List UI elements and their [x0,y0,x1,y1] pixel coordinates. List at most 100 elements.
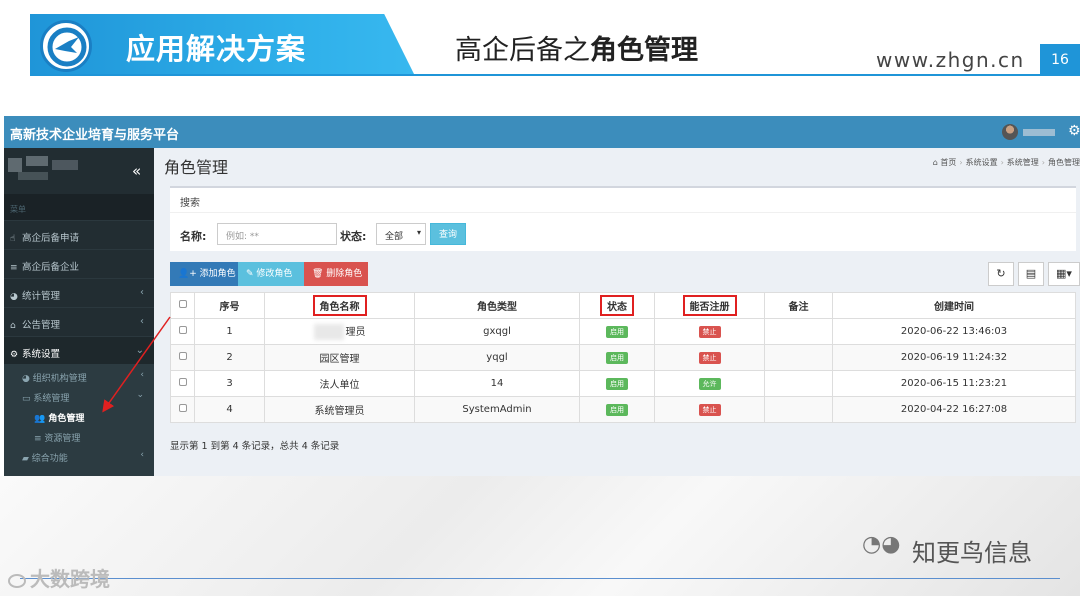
status-select[interactable]: 全部 ▾ [376,223,426,245]
table-row[interactable]: 4 系统管理员 SystemAdmin 启用 禁止 2020-04-22 16:… [170,396,1076,423]
edit-role-button[interactable]: ✎ 修改角色 [238,262,304,286]
toggle-view-button[interactable]: ▤ [1018,262,1044,286]
column-header-note[interactable]: 备注 [764,292,833,319]
cell-note [764,370,833,397]
list-icon: ≡ [10,263,18,273]
sidebar-subitem-system-management[interactable]: ▭ 系统管理 ⌄ [4,386,154,406]
row-select-cell[interactable] [170,396,195,423]
watermark-icon [8,573,26,588]
row-checkbox[interactable] [178,404,187,412]
sidebar-item-statistics[interactable]: ◕ 统计管理 ‹ [4,278,154,307]
cell-role-name-text: 理员 [345,327,366,338]
table-row[interactable]: 2 园区管理 yqgl 启用 禁止 2020-06-19 11:24:32 [170,344,1076,371]
caret-down-icon: ▾ [416,228,421,237]
gears-icon[interactable]: ⚙ [1068,123,1080,139]
column-header-can-register[interactable]: 能否注册 [654,292,765,319]
row-select-cell[interactable] [170,318,195,345]
sidebar-item-label: 统计管理 [22,291,61,302]
sidebar-item-enterprise-application[interactable]: ☝ 高企后备申请 [4,220,154,249]
refresh-button[interactable]: ↻ [988,262,1014,286]
cell-role-type: SystemAdmin [414,396,580,423]
sidebar-subitem-label: 资源管理 [44,434,81,444]
select-all-checkbox[interactable] [178,300,187,308]
sidebar-subitem-label: 组织机构管理 [32,374,87,384]
columns-button[interactable]: ▦▾ [1048,262,1080,286]
name-search-input[interactable]: 例如: ** [217,223,337,245]
cell-index: 2 [194,344,265,371]
row-select-cell[interactable] [170,344,195,371]
chevron-down-icon: ⌄ [136,390,144,400]
divider [170,212,1076,213]
sidebar-collapse-button[interactable]: « [132,162,141,180]
cell-note [764,396,833,423]
sidebar-subitem-label: 综合功能 [31,454,68,464]
column-header-role-name[interactable]: 角色名称 [264,292,415,319]
watermark-text: 大数跨境 [30,567,110,591]
row-checkbox[interactable] [178,326,187,334]
cell-created: 2020-06-15 11:23:21 [832,370,1076,397]
app-window: 高新技术企业培育与服务平台 ⚙ « 菜单 ☝ 高企后备申请 ≡ 高企后备企业 ◕ 统计… [4,116,1080,476]
sidebar-subitem-label: 系统管理 [33,394,70,404]
highlight-box: 角色名称 [312,295,367,316]
cell-index: 4 [194,396,265,423]
breadcrumb-home[interactable]: 首页 [940,158,956,167]
platform-title: 高新技术企业培育与服务平台 [10,128,180,143]
register-badge: 允许 [698,377,721,390]
sidebar-item-system-settings[interactable]: ⚙ 系统设置 ⌄ [4,336,154,365]
sidebar-subitem-resource-management[interactable]: ≡ 资源管理 [4,426,154,446]
chevron-left-icon: ‹ [140,450,144,460]
cell-index: 3 [194,370,265,397]
column-header-role-type[interactable]: 角色类型 [414,292,580,319]
select-all-cell[interactable] [170,292,195,319]
grid-icon: ▦▾ [1056,267,1072,280]
breadcrumb: ⌂ 首页 › 系统设置 › 系统管理 › 角色管理 [932,158,1080,167]
pie-chart-icon: ◕ [22,374,33,384]
slide-title-bold: 角色管理 [590,35,698,66]
cell-role-type: gxqgl [414,318,580,345]
breadcrumb-system-settings[interactable]: 系统设置 [966,158,998,167]
status-label: 状态: [340,230,367,243]
user-name-redacted[interactable] [1023,129,1055,136]
sidebar-item-label: 系统设置 [22,349,61,360]
cell-role-name: 理员 [264,318,415,345]
slide-title-prefix: 高企后备之 [455,35,590,66]
cell-register: 禁止 [654,396,765,423]
add-role-button[interactable]: 👤+ 添加角色 [170,262,238,286]
sidebar-subitem-comprehensive[interactable]: ▰ 综合功能 ‹ [4,446,154,466]
chevron-left-icon: ‹ [140,316,144,327]
desktop-icon: ▭ [22,394,34,404]
breadcrumb-system-management[interactable]: 系统管理 [1007,158,1039,167]
gears-icon: ⚙ [10,350,19,360]
table-row[interactable]: 3 法人单位 14 启用 允许 2020-06-15 11:23:21 [170,370,1076,397]
sidebar-subitem-role-management[interactable]: 👥 角色管理 [4,406,154,426]
query-button[interactable]: 查询 [430,223,466,245]
card-view-icon: ▤ [1025,267,1037,280]
row-select-cell[interactable] [170,370,195,397]
cell-role-name: 系统管理员 [264,396,415,423]
slide-title: 高企后备之角色管理 [455,28,698,67]
sidebar-subitem-org[interactable]: ◕ 组织机构管理 ‹ [4,366,154,386]
delete-role-button[interactable]: 🗑 删除角色 [304,262,368,286]
home-icon: ⌂ [10,321,16,331]
highlight-box: 能否注册 [682,295,737,316]
cell-role-name: 园区管理 [264,344,415,371]
column-header-status[interactable]: 状态 [579,292,655,319]
register-badge: 禁止 [698,325,721,338]
user-avatar[interactable] [1002,124,1018,140]
register-badge: 禁止 [698,351,721,364]
cell-created: 2020-06-19 11:24:32 [832,344,1076,371]
redacted-text [313,324,344,340]
site-url: www.zhgn.cn [876,48,1025,72]
cell-status: 启用 [579,370,655,397]
table-row[interactable]: 1 理员 gxqgl 启用 禁止 2020-06-22 13:46:03 [170,318,1076,345]
column-header-index[interactable]: 序号 [194,292,265,319]
register-badge: 禁止 [698,403,721,416]
sidebar-item-announcements[interactable]: ⌂ 公告管理 ‹ [4,307,154,336]
page-title: 角色管理 [164,158,229,177]
breadcrumb-current: 角色管理 [1048,158,1080,167]
sidebar-item-reserve-enterprise[interactable]: ≡ 高企后备企业 [4,249,154,278]
column-header-created[interactable]: 创建时间 [832,292,1076,319]
banner-title: 应用解决方案 [126,32,307,66]
row-checkbox[interactable] [178,378,187,386]
row-checkbox[interactable] [178,352,187,360]
